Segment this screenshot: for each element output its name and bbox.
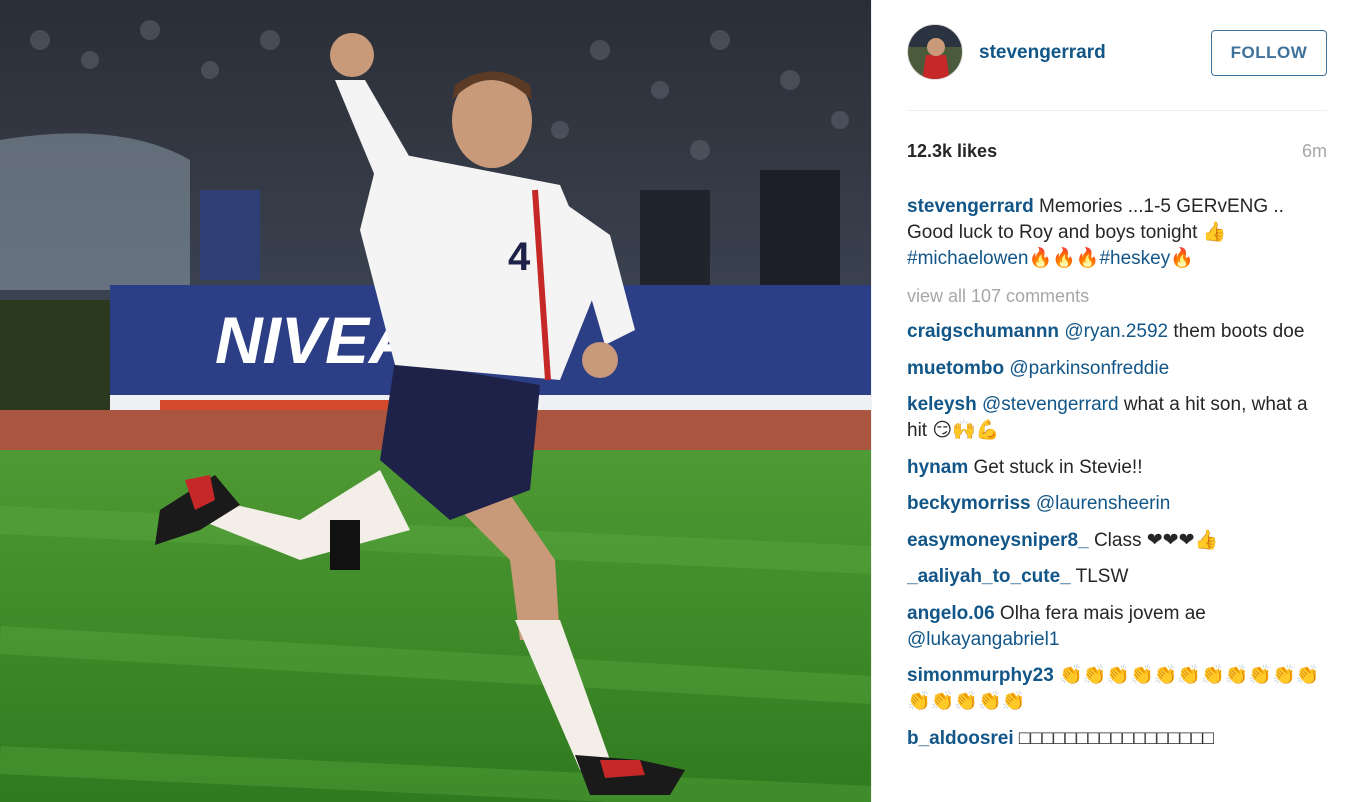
comment: b_aldoosrei □□□□□□□□□□□□□□□□□ — [907, 726, 1327, 752]
comment-username[interactable]: hynam — [907, 457, 968, 478]
post-photo-image: NIVEA 4 — [0, 0, 871, 802]
comment-username[interactable]: keleysh — [907, 394, 977, 415]
comment: _aaliyah_to_cute_ TLSW — [907, 564, 1327, 590]
comment-mention[interactable]: @ryan.2592 — [1064, 321, 1168, 342]
comment-mention[interactable]: @stevengerrard — [982, 394, 1119, 415]
comment-text: them boots doe — [1168, 321, 1305, 342]
comment-text: Get stuck in Stevie!! — [968, 456, 1143, 478]
comment-username[interactable]: beckymorriss — [907, 493, 1031, 514]
comment-mention[interactable]: @lukayangabriel1 — [907, 629, 1059, 650]
caption: stevengerrard Memories ...1-5 GERvENG ..… — [907, 194, 1327, 272]
post-photo[interactable]: NIVEA 4 — [0, 0, 871, 802]
comment: angelo.06 Olha fera mais jovem ae @lukaya… — [907, 601, 1327, 653]
caption-emoji-1: 🔥🔥🔥 — [1028, 248, 1100, 269]
caption-emoji-2: 🔥 — [1170, 248, 1194, 269]
comment-username[interactable]: b_aldoosrei — [907, 728, 1014, 749]
comment: simonmurphy23 👏👏👏👏👏👏👏👏👏👏👏👏👏👏👏👏 — [907, 663, 1327, 715]
comment: craigschumannn @ryan.2592 them boots doe — [907, 319, 1327, 345]
comment-text: TLSW — [1070, 566, 1129, 587]
post-sidebar: stevengerrard FOLLOW 12.3k likes 6m stev… — [871, 0, 1358, 802]
caption-username[interactable]: stevengerrard — [907, 196, 1034, 217]
comment-username[interactable]: _aaliyah_to_cute_ — [907, 566, 1071, 587]
header-divider — [907, 110, 1327, 111]
comment-mention[interactable]: @parkinsonfreddie — [1009, 358, 1169, 379]
comment: beckymorriss @laurensheerin — [907, 491, 1327, 517]
likes-row: 12.3k likes 6m — [907, 141, 1327, 163]
comment-text: Olha fera mais jovem ae — [994, 602, 1206, 624]
post-time[interactable]: 6m — [1302, 141, 1327, 162]
header-username[interactable]: stevengerrard — [979, 42, 1106, 64]
follow-button[interactable]: FOLLOW — [1211, 30, 1327, 76]
view-all-comments-link[interactable]: view all 107 comments — [907, 283, 1327, 309]
comment-username[interactable]: muetombo — [907, 358, 1004, 379]
hashtag-michaelowen[interactable]: #michaelowen — [907, 248, 1028, 269]
comment: hynam Get stuck in Stevie!! — [907, 455, 1327, 481]
comment: muetombo @parkinsonfreddie — [907, 356, 1327, 382]
comments-list[interactable]: stevengerrard Memories ...1-5 GERvENG ..… — [907, 194, 1327, 772]
comment-text: Class ❤❤❤👍 — [1088, 529, 1219, 551]
comment-text: □□□□□□□□□□□□□□□□□ — [1013, 727, 1215, 749]
comment-username[interactable]: angelo.06 — [907, 603, 995, 624]
comment-username[interactable]: craigschumannn — [907, 321, 1059, 342]
comment-username[interactable]: easymoneysniper8_ — [907, 530, 1089, 551]
post-header: stevengerrard FOLLOW — [907, 22, 1327, 82]
comment-mention[interactable]: @laurensheerin — [1036, 493, 1170, 514]
shirt-number: 4 — [508, 235, 531, 279]
likes-count[interactable]: 12.3k likes — [907, 141, 997, 162]
avatar[interactable] — [907, 24, 963, 80]
comment: easymoneysniper8_ Class ❤❤❤👍 — [907, 528, 1327, 554]
comment-username[interactable]: simonmurphy23 — [907, 665, 1054, 686]
comment: keleysh @stevengerrard what a hit son, w… — [907, 392, 1327, 444]
hashtag-heskey[interactable]: #heskey — [1099, 248, 1170, 269]
